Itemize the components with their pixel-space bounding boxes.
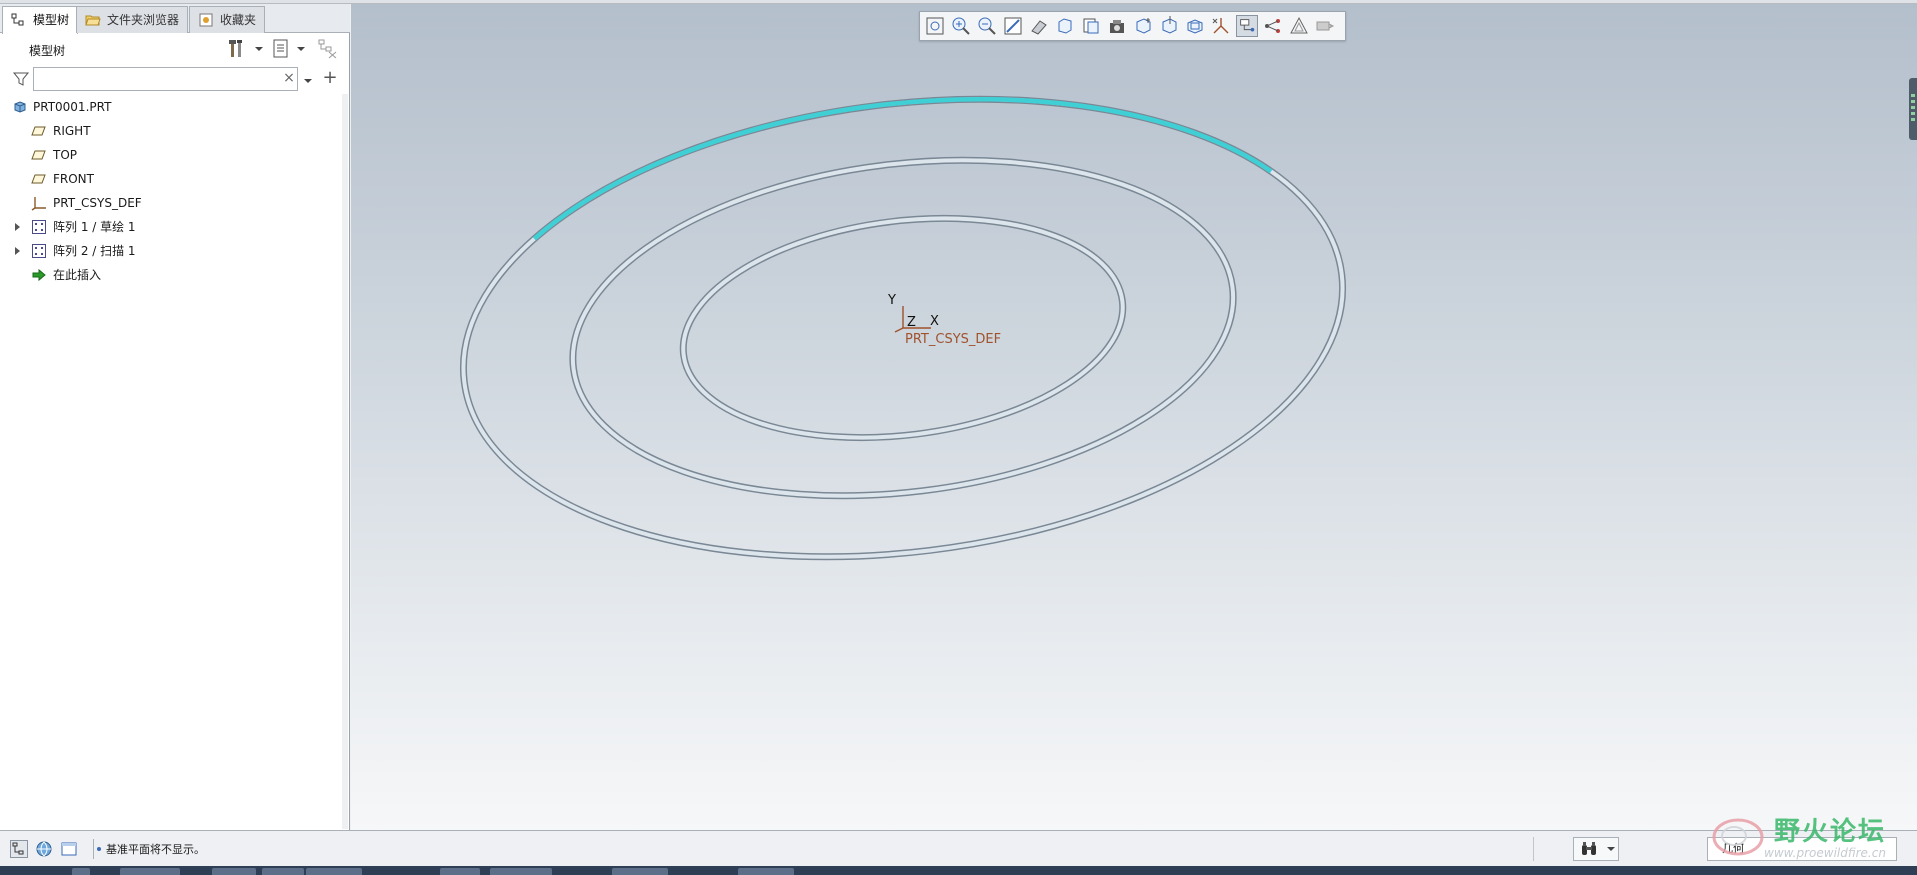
tab-label: 收藏夹	[220, 13, 257, 27]
zoom-in-icon[interactable]	[950, 15, 972, 37]
tab-label: 模型树	[33, 13, 70, 27]
tree-header: 模型树	[0, 34, 350, 64]
taskbar-button[interactable]	[440, 868, 480, 875]
datum-plane-icon	[31, 126, 46, 136]
tree-root-item[interactable]: PRT0001.PRT	[0, 96, 340, 118]
repaint-icon[interactable]	[1002, 15, 1024, 37]
datum-axes-icon[interactable]	[1158, 15, 1180, 37]
display-style-icon[interactable]	[1054, 15, 1076, 37]
show-dropdown-caret[interactable]	[297, 47, 305, 51]
annotation-display-icon[interactable]	[1236, 15, 1258, 37]
status-separator	[93, 839, 94, 859]
datum-planes-icon[interactable]	[1132, 15, 1154, 37]
taskbar-button[interactable]	[612, 868, 668, 875]
show-menu-icon[interactable]	[270, 38, 294, 60]
part-icon	[14, 101, 26, 113]
tree-item-label: PRT0001.PRT	[33, 100, 112, 114]
csys-x-label: X	[930, 314, 939, 329]
expand-arrow-icon[interactable]	[15, 247, 20, 255]
csys-icon	[31, 197, 46, 211]
tree-item-csys[interactable]: PRT_CSYS_DEF	[0, 192, 340, 214]
csys-glyph[interactable]: Y Z X PRT_CSYS_DEF	[887, 293, 1001, 347]
spin-icon[interactable]	[1262, 15, 1284, 37]
model-tree-panel: 模型树 文件夹浏览器 收藏夹 模型树 × + PRT0001.PRT RIGHT…	[0, 4, 350, 830]
taskbar-button[interactable]	[72, 868, 90, 875]
selection-filter-value: 几何	[1722, 842, 1744, 855]
csys-name-label: PRT_CSYS_DEF	[905, 332, 1001, 347]
tree-filters-icon[interactable]	[316, 38, 340, 60]
status-bar: 基准平面将不显示。 几何	[0, 830, 1917, 866]
datum-plane-icon	[31, 150, 46, 160]
clear-icon[interactable]: ×	[282, 71, 296, 85]
tree-item-label: 阵列 1 / 草绘 1	[53, 220, 136, 234]
csys-y-label: Y	[887, 293, 896, 308]
search-input[interactable]	[33, 67, 298, 91]
point-display-icon[interactable]	[1184, 15, 1206, 37]
tab-label: 文件夹浏览器	[107, 13, 180, 27]
tree-item-label: PRT_CSYS_DEF	[53, 196, 142, 210]
tree-item-top[interactable]: TOP	[0, 144, 340, 166]
taskbar-button[interactable]	[306, 868, 362, 875]
tab-model-tree[interactable]: 模型树	[2, 6, 79, 34]
view-manager-icon[interactable]	[1106, 15, 1128, 37]
tree-header-title: 模型树	[29, 44, 66, 58]
os-taskbar	[0, 866, 1917, 875]
tree-item-label: FRONT	[53, 172, 94, 186]
binoculars-icon	[1582, 842, 1596, 855]
taskbar-button[interactable]	[262, 868, 304, 875]
refit-icon[interactable]	[924, 15, 946, 37]
taskbar-button[interactable]	[212, 868, 256, 875]
insert-arrow-icon	[32, 268, 46, 282]
find-dropdown-caret[interactable]	[1607, 847, 1615, 851]
tree-item-pattern-2[interactable]: 阵列 2 / 扫描 1	[0, 240, 340, 262]
folder-icon	[85, 15, 101, 26]
full-screen-icon[interactable]	[60, 840, 78, 858]
browser-toggle-icon[interactable]	[35, 840, 53, 858]
tree-item-right[interactable]: RIGHT	[0, 120, 340, 142]
taskbar-button[interactable]	[490, 868, 552, 875]
model-tree-icon	[11, 13, 24, 26]
graphics-viewport[interactable]: Y Z X PRT_CSYS_DEF	[351, 4, 1917, 830]
settings-dropdown-caret[interactable]	[255, 47, 263, 51]
tree-item-label: 阵列 2 / 扫描 1	[53, 244, 136, 258]
taskbar-button[interactable]	[738, 868, 794, 875]
message-bullet-icon	[97, 847, 101, 851]
selection-filter-select[interactable]: 几何	[1707, 837, 1897, 861]
csys-z-label: Z	[907, 315, 916, 330]
tab-folder-browser[interactable]: 文件夹浏览器	[76, 6, 189, 33]
tree-filter-row: × +	[0, 65, 350, 93]
settings-tools-icon[interactable]	[226, 38, 250, 60]
navigator-tabs: 模型树 文件夹浏览器 收藏夹	[0, 4, 350, 34]
zoom-out-icon[interactable]	[976, 15, 998, 37]
filter-icon[interactable]	[12, 70, 30, 88]
tree-item-label: 在此插入	[53, 268, 102, 282]
expand-arrow-icon[interactable]	[15, 223, 20, 231]
tab-favorites[interactable]: 收藏夹	[189, 6, 266, 33]
tree-item-label: RIGHT	[53, 124, 91, 138]
right-panel-grip[interactable]	[1909, 78, 1917, 140]
datum-plane-icon	[31, 174, 46, 184]
saved-orientations-icon[interactable]	[1080, 15, 1102, 37]
taskbar-button[interactable]	[120, 868, 180, 875]
hidden-icon[interactable]	[1314, 15, 1336, 37]
tree-item-pattern-1[interactable]: 阵列 1 / 草绘 1	[0, 216, 340, 238]
csys-display-icon[interactable]	[1210, 15, 1232, 37]
pattern-icon	[32, 220, 46, 234]
find-button[interactable]	[1573, 837, 1619, 861]
pattern-icon	[32, 244, 46, 258]
tree-item-front[interactable]: FRONT	[0, 168, 340, 190]
model-tree-toggle-icon[interactable]	[10, 840, 28, 858]
tree-item-insert-here[interactable]: 在此插入	[0, 264, 340, 286]
add-column-icon[interactable]: +	[321, 68, 339, 88]
status-message: 基准平面将不显示。	[106, 843, 205, 856]
tree-scrollbar[interactable]	[342, 94, 348, 829]
spin-center-icon[interactable]	[1028, 15, 1050, 37]
status-separator	[1533, 837, 1534, 861]
view-toolbar	[919, 11, 1346, 41]
model-graphics[interactable]: Y Z X PRT_CSYS_DEF	[351, 4, 1917, 830]
tree-item-label: TOP	[53, 148, 78, 162]
search-history-caret[interactable]	[304, 79, 312, 83]
perspective-icon[interactable]	[1288, 15, 1310, 37]
favorites-icon	[199, 13, 213, 27]
